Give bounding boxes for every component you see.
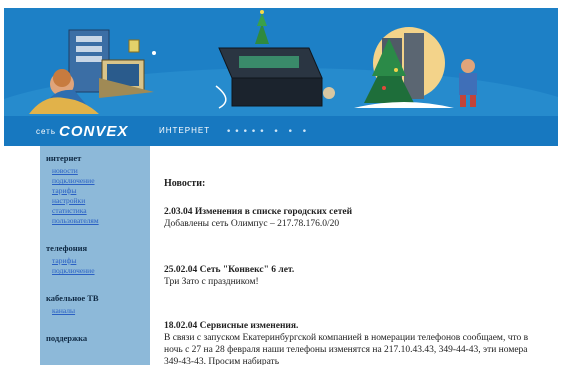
sidebar: интернет новости подключение тарифы наст… xyxy=(40,146,150,365)
top-nav-bar: сеть CONVEX ИНТЕРНЕТ ••••• • • • xyxy=(4,116,558,146)
sidebar-link[interactable]: подключение xyxy=(52,266,150,275)
sidebar-section-internet: интернет xyxy=(46,153,82,163)
news-item-title: 2.03.04 Изменения в списке городских сет… xyxy=(164,207,353,217)
sidebar-section-telephony: телефония xyxy=(46,243,88,253)
news-content: Новости: 2.03.04 Изменения в списке горо… xyxy=(161,146,551,365)
nav-dots: ••••• • • • xyxy=(226,127,311,137)
news-item-title: 25.02.04 Сеть "Конвекс" 6 лет. xyxy=(164,265,295,275)
news-item-title: 18.02.04 Сервисные изменения. xyxy=(164,321,299,331)
news-heading: Новости: xyxy=(164,178,206,189)
person-computer-icon xyxy=(29,29,156,114)
news-item: 18.02.04 Сервисные изменения. В связи с … xyxy=(164,320,542,365)
header-banner xyxy=(4,8,558,116)
browser-viewport: { "header": { "logo_prefix": "сеть", "lo… xyxy=(4,8,558,365)
site-logo[interactable]: сеть CONVEX xyxy=(36,123,128,141)
sidebar-link[interactable]: новости xyxy=(52,166,150,175)
sidebar-link[interactable]: пользователям xyxy=(52,216,150,225)
news-item-text: Три Зато с праздником! xyxy=(164,277,259,287)
sidebar-link[interactable]: каналы xyxy=(52,306,150,315)
nav-link-internet[interactable]: ИНТЕРНЕТ xyxy=(159,126,210,135)
sidebar-link[interactable]: настройки xyxy=(52,196,150,205)
page-frame: { "header": { "logo_prefix": "сеть", "lo… xyxy=(0,0,562,365)
sidebar-link[interactable]: статистика xyxy=(52,206,150,215)
logo-brand: CONVEX xyxy=(59,123,129,140)
banner-illustration xyxy=(29,10,477,114)
sidebar-link[interactable]: тарифы xyxy=(52,186,150,195)
sidebar-section-tv: кабельное ТВ xyxy=(46,293,99,303)
news-item: 2.03.04 Изменения в списке городских сет… xyxy=(164,206,542,230)
sidebar-link[interactable]: тарифы xyxy=(52,256,150,265)
sidebar-link[interactable]: подключение xyxy=(52,176,150,185)
winter-scene-icon xyxy=(354,27,477,108)
sidebar-section-support: поддержка xyxy=(46,333,88,343)
news-item-text: Добавлены сеть Олимпус – 217.78.176.0/20 xyxy=(164,219,340,229)
logo-prefix: сеть xyxy=(36,127,57,136)
news-item: 25.02.04 Сеть "Конвекс" 6 лет. Три Зато … xyxy=(164,264,542,288)
news-item-text: В связи с запуском Екатеринбургской комп… xyxy=(164,333,529,365)
network-device-icon xyxy=(215,10,335,109)
